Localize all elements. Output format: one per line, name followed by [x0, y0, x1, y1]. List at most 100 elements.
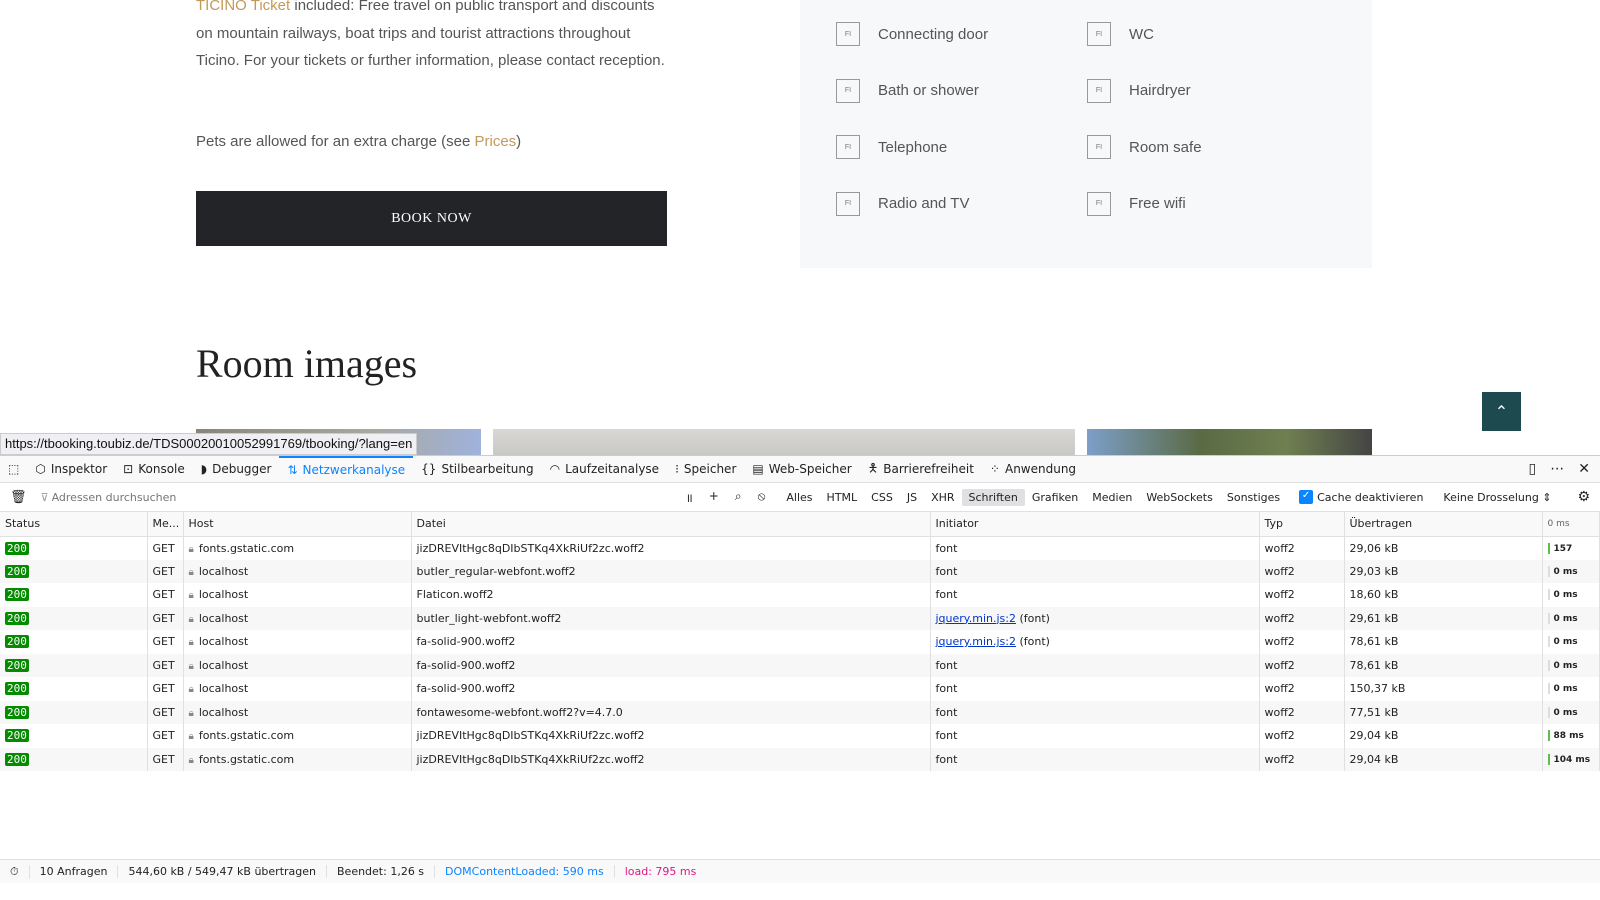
responsive-design-icon[interactable]: ▯ — [1529, 461, 1537, 477]
hairdryer-icon: FI — [1087, 78, 1111, 103]
table-row[interactable]: 200 GET 🔒︎ fonts.gstatic.com jizDREVItHgc8qD… — [0, 724, 1600, 748]
room-image[interactable] — [1087, 429, 1372, 455]
table-row[interactable]: 200 GET 🔒︎ fonts.gstatic.com jizDREVItHgc8qD… — [0, 747, 1600, 771]
host-cell: fonts.gstatic.com — [198, 541, 295, 555]
amenity-item: FI Free wifi — [1087, 191, 1186, 216]
column-header[interactable]: Typ — [1259, 512, 1345, 537]
tab-barrierefreiheit[interactable]: 🯅 Barrierefreiheit — [860, 456, 982, 483]
trash-icon[interactable]: 🗑 — [0, 490, 37, 505]
filter-schriften[interactable]: Schriften — [961, 488, 1025, 506]
room-image[interactable] — [493, 429, 1075, 455]
tab-konsole[interactable]: ⊡ Konsole — [115, 456, 193, 483]
lock-icon: 🔒︎ — [188, 590, 194, 602]
status-badge: 200 — [5, 611, 29, 625]
book-now-button[interactable]: BOOK NOW — [196, 191, 667, 246]
method-cell: GET — [147, 653, 184, 677]
add-icon[interactable]: + — [709, 489, 719, 506]
lock-icon: 🔒︎ — [188, 637, 194, 649]
table-row[interactable]: 200 GET 🔒︎ localhost butler_light-webfont.wo… — [0, 606, 1600, 630]
table-row[interactable]: 200 GET 🔒︎ fonts.gstatic.com jizDREVItHgc8qD… — [0, 536, 1600, 560]
network-toolbar: 🗑 ⊽ ॥ + ⌕ ⦸ AllesHTMLCSSJSXHRSchriftenGr… — [0, 483, 1600, 512]
url-filter-input[interactable] — [51, 490, 672, 504]
file-cell: fa-solid-900.woff2 — [411, 653, 931, 677]
tab-inspektor[interactable]: ⬡ Inspektor — [27, 456, 115, 483]
tab-anwendung[interactable]: ⁘ Anwendung — [982, 456, 1084, 483]
method-cell: GET — [147, 747, 184, 771]
column-header[interactable]: Übertragen — [1344, 512, 1543, 537]
filter-js[interactable]: JS — [900, 489, 924, 506]
timing-bar — [1547, 636, 1550, 648]
transferred-cell: 78,61 kB — [1344, 630, 1543, 654]
requests-table: Status Me... Host Datei Initiator Typ Übertrag… — [0, 512, 1600, 771]
close-icon[interactable]: ✕ — [1578, 461, 1590, 477]
filter-css[interactable]: CSS — [864, 489, 900, 506]
amenity-label: Bath or shower — [878, 82, 979, 99]
safe-icon: FI — [1087, 135, 1111, 159]
tab-stilbearbeitung[interactable]: {} Stilbearbeitung — [413, 456, 541, 483]
filter-medien[interactable]: Medien — [1085, 489, 1139, 506]
tab-laufzeitanalyse[interactable]: ◠ Laufzeitanalyse — [542, 456, 667, 483]
throttle-select[interactable]: Keine Drosselung ⇕ — [1443, 491, 1551, 504]
table-row[interactable]: 200 GET 🔒︎ localhost fa-solid-900.woff2 font w… — [0, 653, 1600, 677]
column-header[interactable]: Datei — [411, 512, 931, 537]
pause-icon[interactable]: ॥ — [686, 489, 693, 506]
tab-debugger[interactable]: ◗ Debugger — [193, 456, 280, 483]
more-options-icon[interactable]: ⋯ — [1550, 461, 1564, 477]
transferred-cell: 150,37 kB — [1344, 677, 1543, 701]
filter-grafiken[interactable]: Grafiken — [1025, 489, 1085, 506]
lock-icon: 🔒︎ — [188, 707, 194, 719]
cache-disable-checkbox[interactable]: ✓ Cache deaktivieren — [1299, 490, 1423, 504]
block-icon[interactable]: ⦸ — [758, 489, 766, 506]
tab-netzwerkanalyse[interactable]: ⇅ Netzwerkanalyse — [279, 455, 414, 483]
network-icon: ⇅ — [287, 463, 298, 477]
tab-label: Netzwerkanalyse — [302, 463, 406, 477]
timing-bar — [1547, 612, 1550, 624]
method-cell: GET — [147, 559, 184, 583]
filter-alles[interactable]: Alles — [779, 489, 819, 506]
host-cell: localhost — [198, 564, 249, 578]
element-picker-icon[interactable]: ⬚ — [0, 456, 27, 483]
initiator-type: (font) — [1015, 611, 1050, 625]
column-header[interactable]: Initiator — [930, 512, 1260, 537]
load-time: load: 795 ms — [624, 865, 697, 878]
filter-sonstiges[interactable]: Sonstiges — [1220, 489, 1287, 506]
column-header[interactable]: 0 ms — [1542, 512, 1600, 537]
network-status-bar: ⏱ 10 Anfragen 544,60 kB / 549,47 kB über… — [0, 859, 1600, 883]
search-icon[interactable]: ⌕ — [735, 489, 742, 506]
tab-label: Laufzeitanalyse — [565, 462, 660, 476]
lock-icon: 🔒︎ — [188, 613, 194, 625]
filter-html[interactable]: HTML — [820, 489, 865, 506]
initiator-cell[interactable]: jquery.min.js:2 — [936, 635, 1016, 648]
table-row[interactable]: 200 GET 🔒︎ localhost Flaticon.woff2 font woff2… — [0, 583, 1600, 607]
amenity-item: FI Telephone — [836, 135, 947, 159]
table-row[interactable]: 200 GET 🔒︎ localhost fa-solid-900.woff2 jquer… — [0, 630, 1600, 654]
column-header[interactable]: Host — [183, 512, 412, 537]
amenity-item: FI Room safe — [1087, 135, 1202, 159]
amenities-panel: FI Connecting door FI WC FI Bath or shower FI H… — [800, 0, 1372, 268]
file-cell: Flaticon.woff2 — [411, 583, 931, 607]
transferred-cell: 29,06 kB — [1344, 536, 1543, 560]
door-icon: FI — [836, 22, 860, 46]
initiator-cell: font — [935, 564, 958, 578]
initiator-cell[interactable]: jquery.min.js:2 — [936, 612, 1016, 625]
tab-web-speicher[interactable]: ▤ Web-Speicher — [744, 456, 859, 483]
table-row[interactable]: 200 GET 🔒︎ localhost fontawesome-webfont.wof… — [0, 700, 1600, 724]
scroll-to-top-button[interactable]: ⌃ — [1482, 392, 1521, 431]
table-row[interactable]: 200 GET 🔒︎ localhost fa-solid-900.woff2 font w… — [0, 677, 1600, 701]
prices-link[interactable]: Prices — [474, 133, 516, 150]
performance-icon: ◠ — [549, 462, 561, 476]
column-header[interactable]: Status — [0, 512, 148, 537]
status-badge: 200 — [5, 635, 29, 649]
tab-speicher[interactable]: ⁝ Speicher — [667, 456, 744, 483]
filter-websockets[interactable]: WebSockets — [1139, 489, 1220, 506]
file-cell: jizDREVItHgc8qDIbSTKq4XkRiUf2zc.woff2 — [411, 724, 931, 748]
filter-xhr[interactable]: XHR — [924, 489, 961, 506]
tab-label: Inspektor — [50, 462, 108, 476]
ticino-ticket-link[interactable]: TICINO Ticket — [196, 0, 290, 14]
finish-time: Beendet: 1,26 s — [327, 865, 436, 878]
initiator-cell: font — [935, 729, 958, 743]
table-row[interactable]: 200 GET 🔒︎ localhost butler_regular-webfont.… — [0, 559, 1600, 583]
column-header[interactable]: Me... — [147, 512, 184, 537]
settings-icon[interactable]: ⚙ — [1577, 489, 1600, 505]
timing-bar — [1547, 542, 1550, 554]
